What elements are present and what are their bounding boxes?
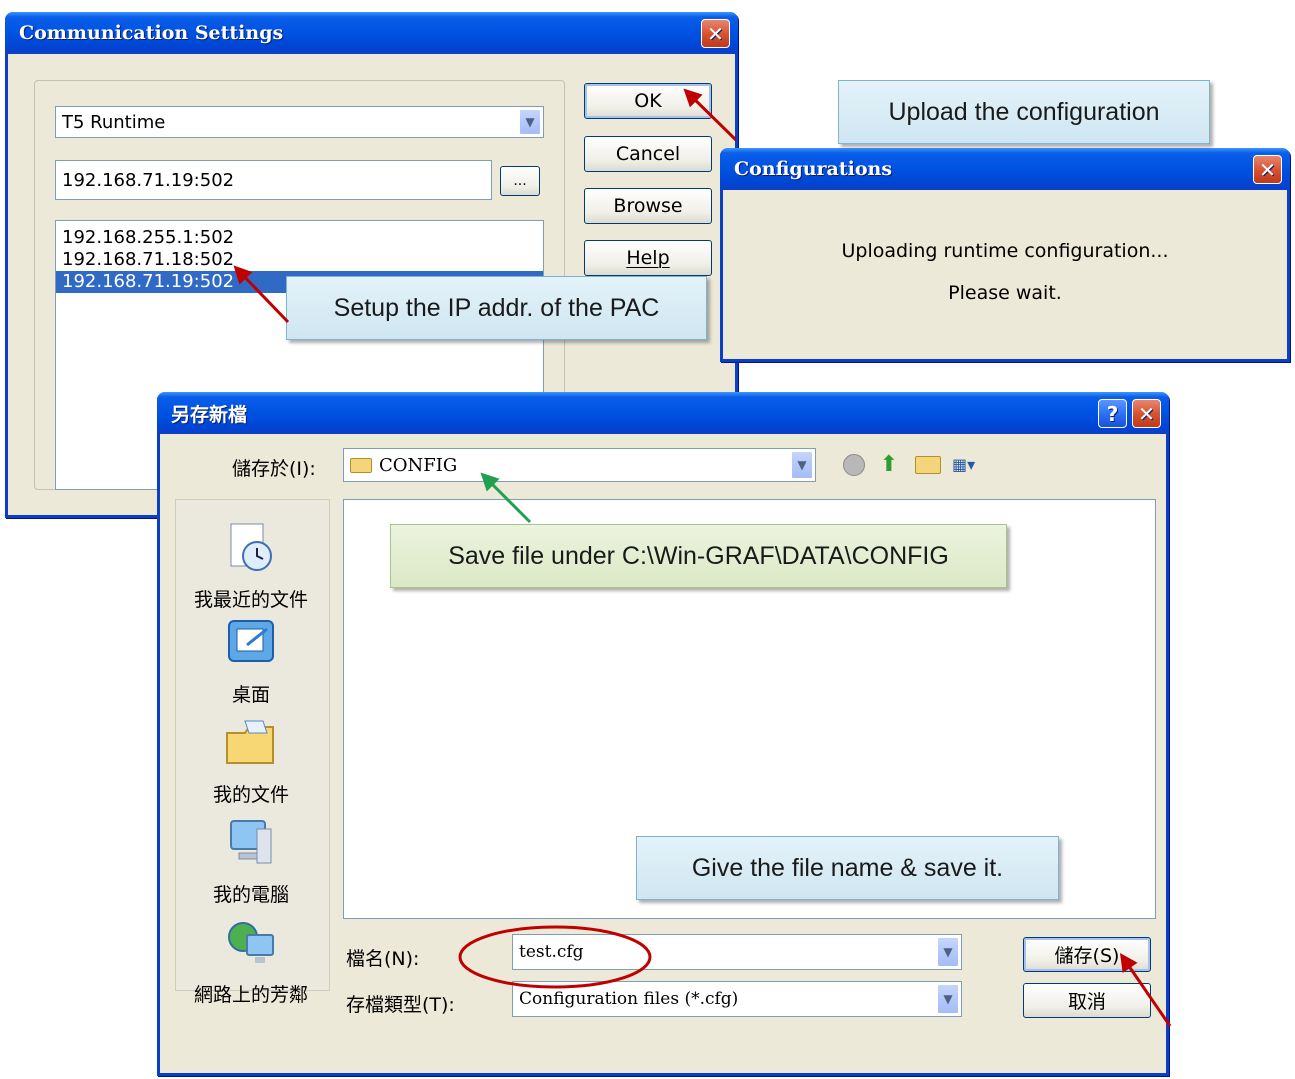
view-menu-icon[interactable]: ▦▾ — [952, 455, 988, 475]
place-recent-documents[interactable]: 我最近的文件 — [176, 520, 326, 612]
chevron-down-icon[interactable]: ▼ — [791, 451, 813, 479]
configurations-dialog: Configurations ✕ Uploading runtime confi… — [720, 148, 1290, 362]
places-bar: 我最近的文件 桌面 我的文件 我的電腦 網路上的芳鄰 — [175, 499, 330, 1006]
place-my-documents[interactable]: 我的文件 — [176, 715, 326, 807]
config-message-line2: Please wait. — [948, 282, 1062, 304]
filetype-select[interactable]: Configuration files (*.cfg) ▼ — [512, 981, 962, 1017]
callout-give-name: Give the file name & save it. — [636, 836, 1059, 900]
save-button[interactable]: 儲存(S) — [1023, 937, 1151, 972]
save-as-dialog: 另存新檔 ? ✕ 儲存於(I): CONFIG ▼ ⬆ ▦▾ 我最近的文件 桌面… — [157, 392, 1169, 1076]
address-input[interactable]: 192.168.71.19:502 — [55, 160, 492, 200]
filename-label: 檔名(N): — [346, 948, 420, 970]
close-icon[interactable]: ✕ — [701, 19, 730, 48]
back-icon[interactable] — [843, 454, 865, 476]
help-icon[interactable]: ? — [1098, 399, 1127, 428]
save-titlebar[interactable]: 另存新檔 ? ✕ — [157, 392, 1169, 434]
callout-setup-ip: Setup the IP addr. of the PAC — [286, 276, 707, 340]
place-my-computer[interactable]: 我的電腦 — [176, 815, 326, 907]
my-documents-icon — [226, 720, 274, 764]
my-computer-icon — [230, 820, 272, 864]
help-button[interactable]: Help — [584, 240, 712, 276]
close-icon[interactable]: ✕ — [1132, 399, 1161, 428]
browse-button[interactable]: Browse — [584, 188, 712, 224]
new-folder-icon[interactable] — [915, 456, 941, 474]
list-item[interactable]: 192.168.71.18:502 — [56, 249, 543, 271]
network-places-icon — [228, 922, 274, 963]
comm-titlebar[interactable]: Communication Settings ✕ — [5, 12, 738, 54]
save-title: 另存新檔 — [171, 403, 248, 426]
chevron-down-icon[interactable]: ▼ — [937, 984, 959, 1014]
save-in-select[interactable]: CONFIG ▼ — [343, 448, 816, 482]
browse-dots-button[interactable]: ... — [500, 166, 540, 196]
desktop-icon — [228, 620, 274, 662]
comm-title: Communication Settings — [19, 22, 284, 44]
ok-button[interactable]: OK — [584, 83, 712, 119]
cancel-button[interactable]: Cancel — [584, 136, 712, 172]
place-network-places[interactable]: 網路上的芳鄰 — [176, 915, 326, 1007]
chevron-down-icon[interactable]: ▼ — [519, 109, 541, 135]
place-desktop[interactable]: 桌面 — [176, 615, 326, 707]
runtime-select[interactable]: T5 Runtime ▼ — [55, 106, 544, 138]
save-in-label: 儲存於(I): — [232, 458, 316, 480]
list-item[interactable]: 192.168.255.1:502 — [56, 227, 543, 249]
config-message-line1: Uploading runtime configuration... — [841, 240, 1169, 262]
folder-icon — [350, 457, 372, 473]
recent-documents-icon — [230, 523, 272, 571]
up-folder-icon[interactable]: ⬆ — [877, 452, 901, 478]
filename-input[interactable]: test.cfg ▼ — [512, 934, 962, 970]
filetype-label: 存檔類型(T): — [346, 994, 455, 1016]
cancel-button[interactable]: 取消 — [1023, 983, 1151, 1018]
callout-save-path: Save file under C:\Win-GRAF\DATA\CONFIG — [390, 524, 1007, 588]
chevron-down-icon[interactable]: ▼ — [937, 937, 959, 967]
callout-upload: Upload the configuration — [838, 80, 1210, 144]
config-titlebar[interactable]: Configurations ✕ — [720, 148, 1290, 190]
config-title: Configurations — [734, 158, 893, 180]
close-icon[interactable]: ✕ — [1253, 155, 1282, 184]
